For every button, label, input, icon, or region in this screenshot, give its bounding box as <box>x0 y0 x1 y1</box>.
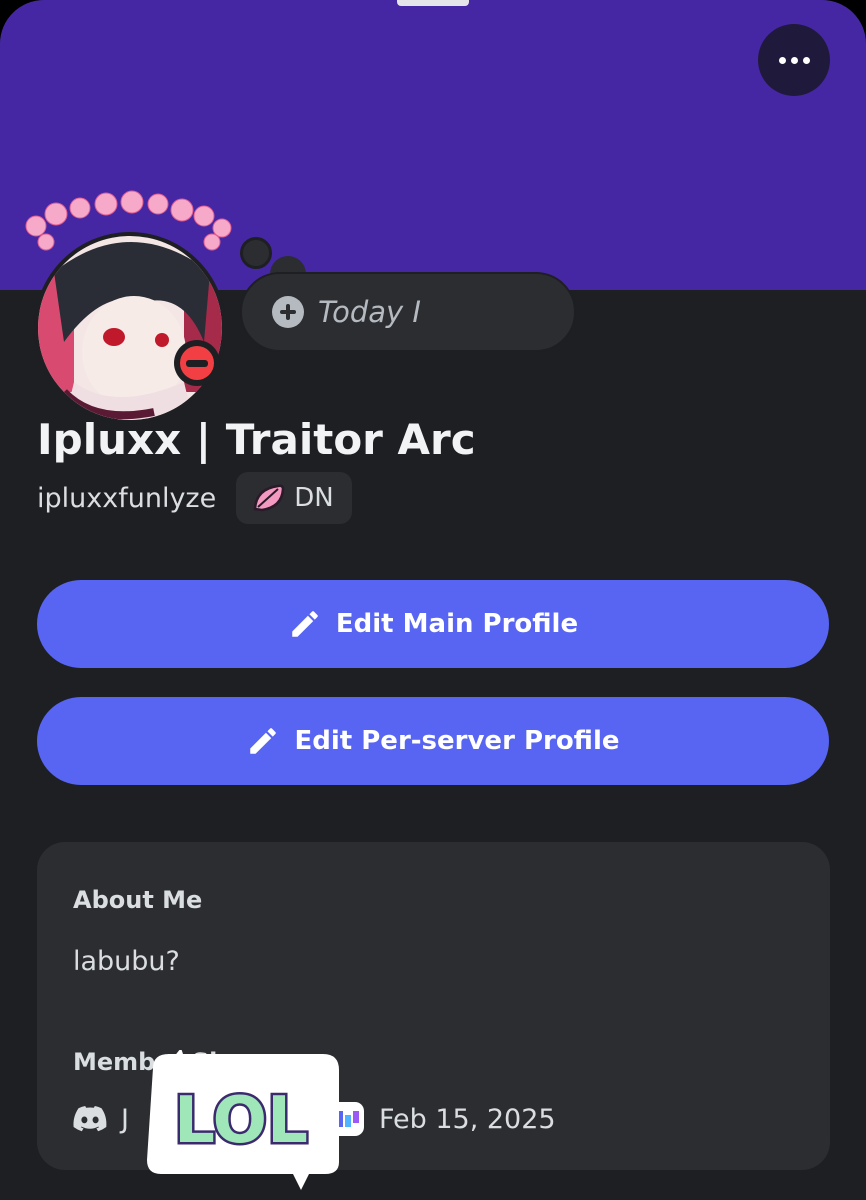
lol-sticker-text: LOL <box>174 1084 308 1158</box>
server-tag-text: DN <box>294 483 334 513</box>
username: ipluxxfunlyze <box>37 482 217 514</box>
profile-sheet: Today I Ipluxx | Traitor Arc ipluxxfunly… <box>0 0 866 1200</box>
more-options-button[interactable] <box>758 24 830 96</box>
dnd-status-indicator <box>174 340 220 386</box>
edit-main-profile-button[interactable]: Edit Main Profile <box>37 580 829 668</box>
edit-main-profile-label: Edit Main Profile <box>335 609 579 639</box>
dnd-icon <box>180 346 214 380</box>
lol-sticker[interactable]: LOL <box>133 1048 349 1195</box>
username-row: ipluxxfunlyze DN <box>37 472 352 524</box>
about-me-title: About Me <box>73 886 203 914</box>
custom-status-text: Today I <box>318 295 421 329</box>
custom-status-bubble[interactable]: Today I <box>240 272 576 352</box>
about-me-text: labubu? <box>73 946 180 977</box>
pencil-icon <box>292 611 318 637</box>
display-name: Ipluxx | Traitor Arc <box>37 415 476 464</box>
server-tag-badge[interactable]: DN <box>236 472 352 524</box>
more-horizontal-icon <box>778 56 786 64</box>
drag-handle[interactable] <box>397 0 469 6</box>
plus-circle-icon <box>272 296 304 328</box>
discord-logo-icon <box>73 1106 107 1132</box>
pencil-icon <box>250 728 277 754</box>
edit-per-server-profile-label: Edit Per-server Profile <box>294 726 620 756</box>
server-member-date: Feb 15, 2025 <box>378 1103 556 1135</box>
leaf-icon <box>253 484 285 512</box>
edit-per-server-profile-button[interactable]: Edit Per-server Profile <box>37 697 829 785</box>
discord-member-date: J <box>121 1103 129 1135</box>
